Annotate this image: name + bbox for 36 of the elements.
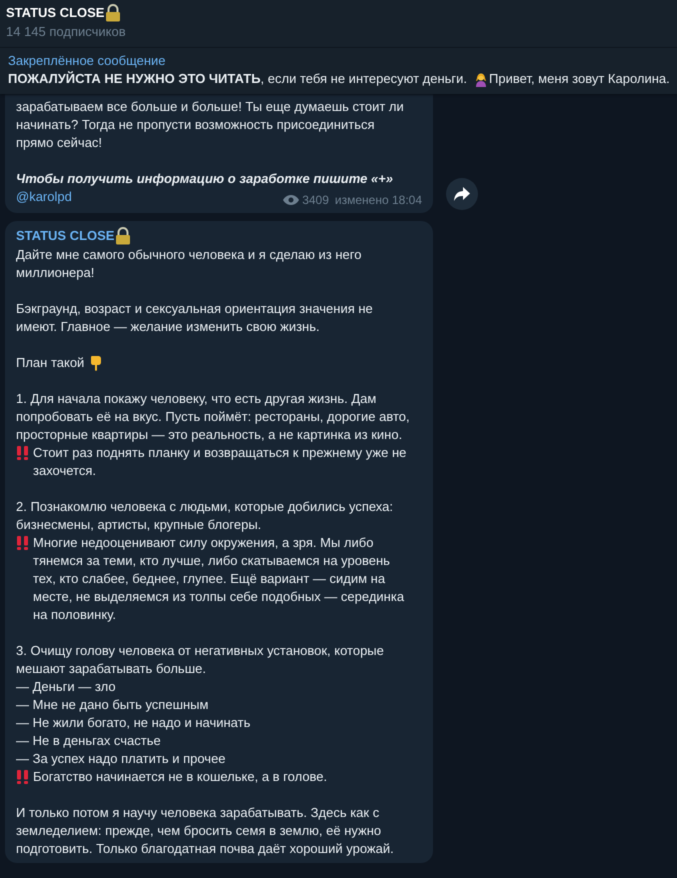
- message-text: — Деньги — зло: [16, 678, 117, 696]
- message-text: 2. Познакомлю человека с людьми, которые добились успеха: бизнесмены, артисты, крупные блогеры.: [16, 498, 394, 534]
- message-text: — Мне не дано быть успешным: [16, 696, 210, 714]
- double-exclamation-icon: [16, 446, 29, 460]
- message-text: План такой: [16, 354, 84, 372]
- edited-time: изменено 18:04: [334, 192, 422, 208]
- pinned-label: Закреплённое сообщение: [8, 52, 166, 70]
- message-text: И только потом я научу человека зарабатывать. Здесь как с земледелием: прежде, чем бросить семя в землю, её нужно подготовить. Только благодатная почва даёт хороший урожай.: [16, 804, 395, 858]
- pinned-message-bar[interactable]: Закреплённое сообщение ПОЖАЛУЙСТА НЕ НУЖНО ЭТО ЧИТАТЬ, если тебя не интересуют деньги. Привет, меня зовут Каролина.: [0, 48, 677, 94]
- padlock-icon: [105, 4, 122, 22]
- message-text: — Не жили богато, не надо и начинать: [16, 714, 252, 732]
- padlock-icon: [115, 227, 132, 245]
- message-text: — За успех надо платить и прочее: [16, 750, 227, 768]
- message-text: Бэкграунд, возраст и сексуальная ориентация значения не имеют. Главное — желание изменить свою жизнь.: [16, 300, 374, 336]
- message-text: 1. Для начала покажу человеку, что есть другая жизнь. Дам попробовать её на вкус. Пусть поймёт: рестораны, дорогие авто, просторные квартиры — это реальность, а не картинка из кино.: [16, 390, 411, 444]
- forward-button[interactable]: [446, 178, 478, 210]
- double-exclamation-icon: [16, 536, 29, 550]
- message-text: Дайте мне самого обычного человека и я сделаю из него миллионера!: [16, 246, 362, 282]
- eye-icon: [283, 195, 300, 205]
- pinned-text: ПОЖАЛУЙСТА НЕ НУЖНО ЭТО ЧИТАТЬ, если тебя не интересуют деньги.: [8, 70, 468, 88]
- message-text: Чтобы получить информацию о заработке пишите «+»: [16, 170, 394, 188]
- pinned-text: Привет, меня зовут Каролина.: [489, 70, 670, 88]
- message-text: 3. Очищу голову человека от негативных установок, которые мешают зарабатывать больше.: [16, 642, 385, 678]
- mention-link[interactable]: @karolpd: [16, 188, 72, 206]
- subscriber-count: 14 145 подписчиков: [6, 23, 126, 41]
- double-exclamation-icon: [16, 770, 29, 784]
- message-text: Многие недооценивают силу окружения, а зря. Мы либо тянемся за теми, кто лучше, либо скатываемся на уровень тех, кто слабее, беднее, глупее. Ещё вариант — сидим на месте, не выделяемся из толпы себе подобных — серединка на половинку.: [33, 534, 406, 624]
- message-author: STATUS CLOSE: [16, 227, 114, 245]
- forward-icon: [454, 187, 470, 201]
- message-text: Богатство начинается не в кошельке, а в голове.: [33, 768, 328, 786]
- message-text: зарабатываем все больше и больше! Ты еще думаешь стоит ли начинать? Тогда не пропусти возможность присоединиться прямо сейчас!: [16, 98, 405, 152]
- message-text: Стоит раз поднять планку и возвращаться к прежнему уже не захочется.: [33, 444, 408, 480]
- view-count: 3409: [302, 192, 329, 208]
- channel-title: STATUS CLOSE: [6, 4, 104, 22]
- pointing-hand-icon: [90, 355, 102, 371]
- message-text: — Не в деньгах счастье: [16, 732, 162, 750]
